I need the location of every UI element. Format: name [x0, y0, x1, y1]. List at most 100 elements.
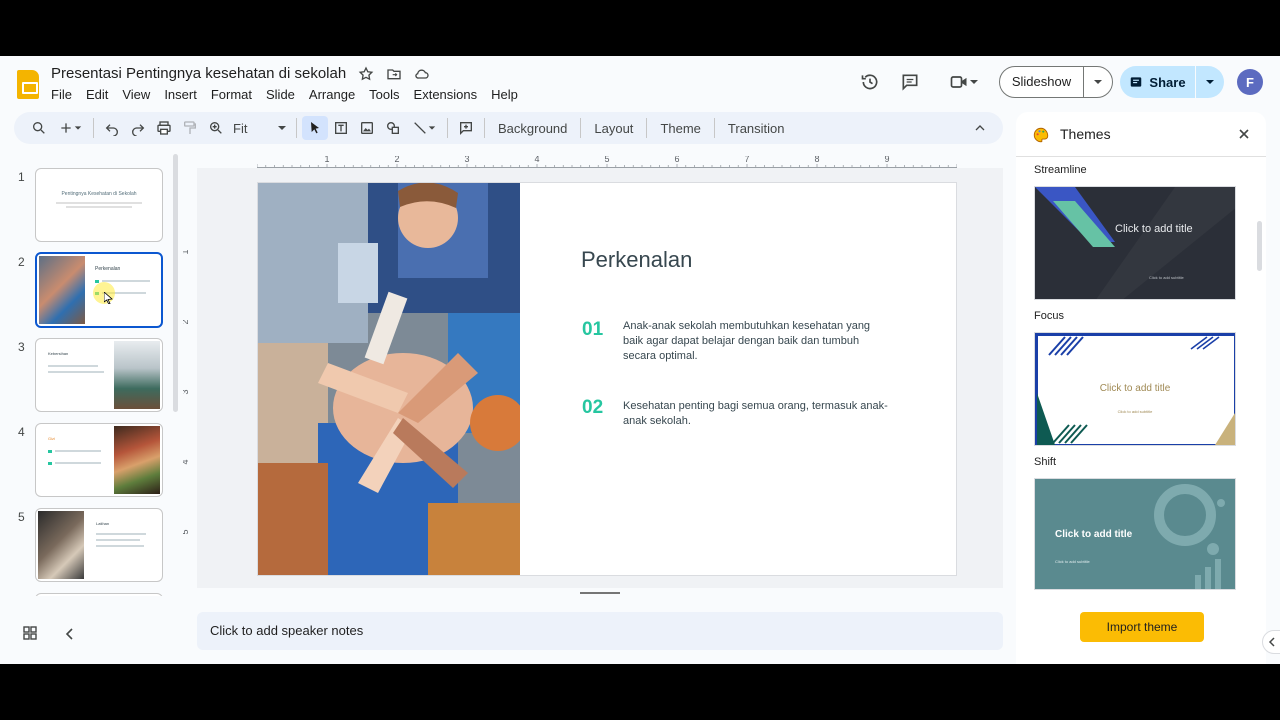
thumbnail-title: Pentingnya Kesehatan di Sekolah — [61, 191, 137, 197]
theme-card-subtitle: Click to add subtitle — [1055, 559, 1090, 564]
add-comment-icon[interactable] — [453, 116, 479, 140]
share-slides-icon — [1131, 77, 1142, 87]
background-button[interactable]: Background — [490, 121, 575, 136]
shape-icon[interactable] — [380, 116, 406, 140]
slide-photo[interactable] — [258, 183, 520, 575]
theme-card-focus[interactable]: Click to add title Click to add subtitle — [1034, 332, 1236, 446]
theme-button[interactable]: Theme — [652, 121, 708, 136]
share-button[interactable]: Share — [1120, 66, 1224, 98]
theme-name: Focus — [1034, 310, 1064, 322]
print-icon[interactable] — [151, 116, 177, 140]
slide-thumbnail-1[interactable]: Pentingnya Kesehatan di Sekolah — [35, 168, 163, 242]
notes-resize-handle[interactable] — [580, 592, 620, 594]
slideshow-options-dropdown[interactable] — [1084, 77, 1112, 87]
search-menus-icon[interactable] — [26, 116, 52, 140]
collapse-filmstrip-icon[interactable] — [65, 627, 75, 645]
transition-button[interactable]: Transition — [720, 121, 793, 136]
text-box-icon[interactable] — [328, 116, 354, 140]
theme-card-shift[interactable]: Click to add title Click to add subtitle — [1034, 478, 1236, 590]
cloud-saved-icon[interactable] — [414, 66, 430, 82]
comments-icon[interactable] — [898, 70, 922, 94]
slide-number: 6 — [18, 595, 25, 596]
toolbar-divider — [447, 118, 448, 138]
horizontal-ruler[interactable]: 1 2 3 4 5 6 7 8 9 — [257, 156, 957, 168]
slide-thumbnail-4[interactable]: Gizi — [35, 423, 163, 497]
theme-card-subtitle: Click to add subtitle — [1149, 275, 1184, 280]
menu-bar: File Edit View Insert Format Slide Arran… — [51, 87, 532, 102]
item-text[interactable]: Kesehatan penting bagi semua orang, term… — [623, 399, 893, 429]
ruler-tick-label: 2 — [394, 156, 399, 164]
thumbnail-title: Kebersihan — [48, 351, 69, 356]
redo-icon[interactable] — [125, 116, 151, 140]
menu-view[interactable]: View — [122, 87, 150, 102]
current-slide[interactable]: Perkenalan 01 Anak-anak sekolah membutuh… — [257, 182, 957, 576]
ruler-tick-label: 6 — [674, 156, 679, 164]
grid-view-icon[interactable] — [23, 626, 37, 645]
slide-thumbnail-6[interactable] — [35, 593, 163, 596]
thumbnail-text-line — [96, 533, 146, 535]
mouse-cursor-icon — [104, 292, 113, 304]
menu-help[interactable]: Help — [491, 87, 518, 102]
account-avatar[interactable]: F — [1237, 69, 1263, 95]
move-folder-icon[interactable] — [386, 66, 402, 82]
version-history-icon[interactable] — [858, 70, 882, 94]
insert-image-icon[interactable] — [354, 116, 380, 140]
menu-format[interactable]: Format — [211, 87, 252, 102]
themes-scrollbar[interactable] — [1257, 221, 1262, 271]
line-icon[interactable] — [406, 116, 442, 140]
menu-extensions[interactable]: Extensions — [414, 87, 478, 102]
speaker-notes[interactable]: Click to add speaker notes — [197, 612, 1003, 650]
star-icon[interactable] — [358, 66, 374, 82]
menu-insert[interactable]: Insert — [164, 87, 197, 102]
slideshow-label[interactable]: Slideshow — [1000, 67, 1084, 97]
slide-number: 4 — [18, 425, 25, 439]
side-panel-toggle-icon[interactable] — [1262, 630, 1280, 654]
share-label: Share — [1149, 74, 1186, 90]
meet-icon[interactable] — [944, 70, 984, 94]
share-main[interactable]: Share — [1120, 66, 1196, 98]
menu-tools[interactable]: Tools — [369, 87, 399, 102]
slide-thumbnail-5[interactable]: Latihan — [35, 508, 163, 582]
slide-thumbnail-3[interactable]: Kebersihan — [35, 338, 163, 412]
hands-together-photo — [258, 183, 520, 575]
thumbnail-text-line — [66, 206, 132, 208]
slide-thumbnail-2[interactable]: Perkenalan — [35, 252, 163, 328]
ruler-tick-labels: 1 2 3 4 5 6 7 8 9 — [324, 156, 889, 164]
import-theme-button[interactable]: Import theme — [1080, 612, 1204, 642]
new-slide-icon[interactable] — [52, 116, 88, 140]
select-cursor-icon[interactable] — [302, 116, 328, 140]
theme-card-streamline[interactable]: Click to add title Click to add subtitle — [1034, 186, 1236, 300]
slide-number: 3 — [18, 340, 25, 354]
document-title[interactable]: Presentasi Pentingnya kesehatan di sekol… — [51, 65, 346, 82]
zoom-icon[interactable] — [203, 116, 229, 140]
slide-number: 1 — [18, 170, 25, 184]
slide-title[interactable]: Perkenalan — [581, 247, 692, 273]
toolbar-divider — [296, 118, 297, 138]
menu-file[interactable]: File — [51, 87, 72, 102]
menu-arrange[interactable]: Arrange — [309, 87, 355, 102]
item-text[interactable]: Anak-anak sekolah membutuhkan kesehatan … — [623, 319, 893, 364]
slide-number: 5 — [18, 510, 25, 524]
title-icons — [358, 66, 430, 82]
thumbnail-title: Gizi — [48, 436, 55, 441]
theme-card-title: Click to add title — [1115, 223, 1193, 235]
item-number: 02 — [582, 397, 604, 418]
paint-format-icon[interactable] — [177, 116, 203, 140]
filmstrip-scrollbar[interactable] — [173, 154, 178, 412]
slides-logo-icon[interactable] — [17, 70, 39, 99]
ruler-tick-label: 3 — [464, 156, 469, 164]
share-options-dropdown[interactable] — [1196, 77, 1224, 87]
menu-slide[interactable]: Slide — [266, 87, 295, 102]
menu-edit[interactable]: Edit — [86, 87, 108, 102]
vertical-ruler[interactable]: 1 2 3 4 5 — [183, 182, 195, 642]
close-icon[interactable] — [1238, 128, 1250, 140]
thumbnail-title: Perkenalan — [95, 266, 121, 272]
undo-icon[interactable] — [99, 116, 125, 140]
zoom-select[interactable]: Fit — [229, 121, 291, 136]
layout-button[interactable]: Layout — [586, 121, 641, 136]
collapse-toolbar-icon[interactable] — [967, 116, 993, 140]
thumbnail-text-line — [56, 202, 142, 204]
thumbnail-photo — [38, 511, 84, 579]
slideshow-button[interactable]: Slideshow — [999, 66, 1113, 98]
ruler-tick-label: 5 — [604, 156, 609, 164]
